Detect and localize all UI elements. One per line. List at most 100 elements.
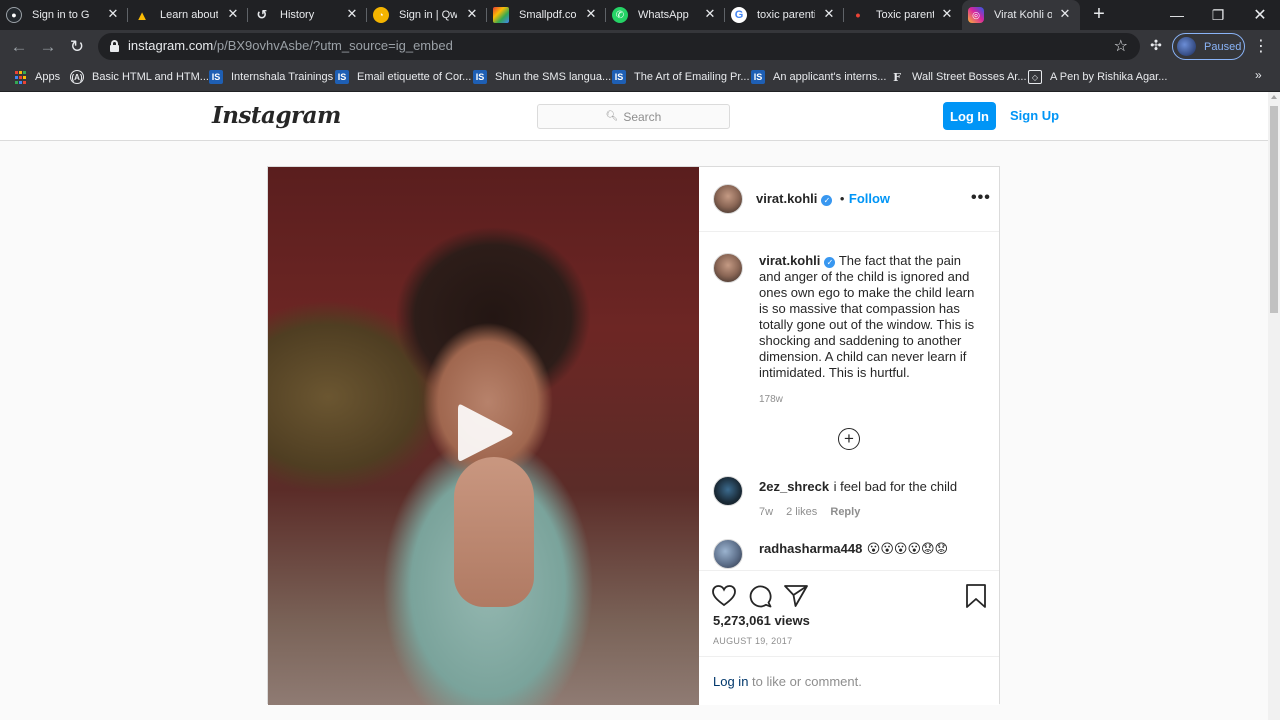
restore-button[interactable]: ❐	[1198, 0, 1238, 30]
close-icon[interactable]: ✕	[465, 7, 479, 21]
tab-whatsapp[interactable]: ✆ WhatsApp ✕	[606, 0, 725, 30]
bookmarks-overflow-icon[interactable]: »	[1255, 68, 1262, 82]
tab-title: Sign in to GitHub	[32, 9, 90, 21]
post-date[interactable]: AUGUST 19, 2017	[713, 636, 792, 646]
sign-up-link[interactable]: Sign Up	[1010, 108, 1059, 123]
bookmark-star-icon[interactable]: ☆	[1114, 36, 1128, 56]
avatar[interactable]	[713, 476, 743, 506]
close-icon[interactable]: ✕	[1058, 7, 1072, 21]
log-in-link[interactable]: Log in	[713, 674, 748, 689]
log-in-button[interactable]: Log In	[943, 102, 996, 130]
login-prompt-text: to like or comment.	[748, 674, 862, 689]
tab-instagram-active[interactable]: ◎ Virat Kohli on Instagram ✕	[962, 0, 1080, 30]
bookmark-sms-language[interactable]: IS Shun the SMS langua...	[473, 68, 611, 86]
tab-qwiklabs[interactable]: ◔ Sign in | Qwiklabs ✕	[367, 0, 487, 30]
avatar[interactable]	[713, 253, 743, 283]
comment-text: 😮😮😮😮😟😟	[866, 541, 949, 556]
caption-timestamp[interactable]: 178w	[759, 394, 783, 405]
comment-text: i feel bad for the child	[833, 479, 958, 494]
qwiklabs-icon: ◔	[373, 7, 389, 23]
tab-learn-html[interactable]: ▲ Learn about HTML ✕	[128, 0, 248, 30]
instagram-header: Instagram 🔍︎ Search Log In Sign Up	[0, 92, 1268, 141]
forward-button[interactable]: →	[37, 36, 59, 58]
tab-github[interactable]: ● Sign in to GitHub ✕	[0, 0, 128, 30]
tab-smallpdf[interactable]: Smallpdf.com ✕	[487, 0, 606, 30]
view-count[interactable]: 5,273,061 views	[713, 613, 810, 628]
bookmark-email-etiquette[interactable]: IS Email etiquette of Cor...	[335, 68, 471, 86]
avatar[interactable]	[713, 539, 743, 569]
load-more-comments-icon[interactable]: +	[838, 428, 860, 450]
reply-button[interactable]: Reply	[830, 506, 860, 518]
verified-badge-icon: ✓	[821, 195, 833, 206]
close-icon[interactable]: ✕	[345, 7, 359, 21]
new-tab-button[interactable]: +	[1088, 4, 1110, 26]
profile-button[interactable]: Paused	[1172, 33, 1245, 60]
close-icon[interactable]: ✕	[822, 7, 836, 21]
bookmark-apps[interactable]: Apps	[13, 68, 60, 86]
minimize-button[interactable]: —	[1157, 0, 1197, 30]
close-icon[interactable]: ✕	[703, 7, 717, 21]
comment-likes[interactable]: 2 likes	[786, 506, 817, 518]
bookmark-applicant-internship[interactable]: IS An applicant's interns...	[751, 68, 886, 86]
google-drive-icon: ▲	[135, 7, 149, 23]
extensions-puzzle-icon[interactable]: ✣	[1147, 37, 1165, 55]
post-video[interactable]	[268, 167, 699, 705]
tab-history[interactable]: ↺ History ✕	[248, 0, 367, 30]
lock-icon	[110, 40, 119, 52]
close-icon[interactable]: ✕	[584, 7, 598, 21]
bookmark-art-of-emailing[interactable]: IS The Art of Emailing Pr...	[612, 68, 750, 86]
share-icon[interactable]	[783, 583, 809, 609]
caption-username[interactable]: virat.kohli	[759, 253, 820, 268]
reload-button[interactable]: ↻	[66, 36, 88, 58]
browser-toolbar: ← → ↻ instagram.com/p/BX9ovhvAsbe/?utm_s…	[0, 30, 1280, 63]
comment-age[interactable]: 7w	[759, 506, 773, 518]
internshala-icon: IS	[335, 70, 349, 84]
bookmark-label: Basic HTML and HTM...	[92, 71, 209, 83]
play-icon[interactable]	[456, 401, 516, 465]
whatsapp-icon: ✆	[612, 7, 628, 23]
bookmark-internshala-trainings[interactable]: IS Internshala Trainings	[209, 68, 333, 86]
more-options-icon[interactable]: •••	[971, 189, 991, 207]
tab-toxic-parenting-search[interactable]: G toxic parenting ✕	[725, 0, 844, 30]
bookmark-icon[interactable]	[963, 583, 989, 609]
close-icon[interactable]: ✕	[940, 7, 954, 21]
video-frame-detail	[454, 457, 534, 607]
github-icon: ●	[6, 7, 22, 23]
search-placeholder: Search	[623, 109, 662, 124]
close-window-button[interactable]: ✕	[1240, 0, 1280, 30]
scrollbar-thumb[interactable]	[1270, 106, 1278, 313]
comment-icon[interactable]	[747, 583, 773, 609]
chrome-menu-icon[interactable]: ⋮	[1253, 36, 1269, 58]
bookmark-codepen[interactable]: ◇ A Pen by Rishika Agar...	[1028, 68, 1167, 86]
freecodecamp-icon: (A)	[70, 70, 84, 84]
avatar[interactable]	[713, 184, 743, 214]
bookmark-basic-html[interactable]: (A) Basic HTML and HTM...	[70, 68, 209, 86]
comment-username[interactable]: 2ez_shreck	[759, 479, 829, 494]
google-icon: G	[731, 7, 747, 23]
follow-button[interactable]: Follow	[849, 191, 890, 206]
bookmark-wall-street[interactable]: F Wall Street Bosses Ar...	[890, 68, 1027, 86]
close-icon[interactable]: ✕	[226, 7, 240, 21]
url-text[interactable]: instagram.com/p/BX9ovhvAsbe/?utm_source=…	[128, 38, 453, 53]
bookmark-label: Shun the SMS langua...	[495, 71, 612, 83]
bookmark-label: Wall Street Bosses Ar...	[912, 71, 1027, 83]
comment-meta: 7w 2 likes Reply	[759, 506, 870, 518]
loading-icon: •	[855, 7, 861, 23]
search-input[interactable]: 🔍︎ Search	[537, 104, 730, 129]
tab-toxic-parenting[interactable]: • Toxic parenting ✕	[844, 0, 962, 30]
codepen-icon: ◇	[1028, 70, 1042, 84]
page-scrollbar[interactable]	[1268, 92, 1280, 720]
heart-icon[interactable]	[711, 583, 737, 609]
instagram-logo[interactable]: Instagram	[212, 102, 341, 129]
post-header: virat.kohli ✓ • Follow •••	[699, 167, 999, 232]
close-icon[interactable]: ✕	[106, 7, 120, 21]
back-button[interactable]: ←	[8, 36, 30, 58]
post-username[interactable]: virat.kohli	[756, 191, 817, 206]
scroll-up-arrow-icon[interactable]	[1271, 95, 1277, 99]
address-bar[interactable]: instagram.com/p/BX9ovhvAsbe/?utm_source=…	[98, 33, 1140, 60]
tab-title: WhatsApp	[638, 9, 689, 21]
tab-title: toxic parenting	[757, 9, 815, 21]
comment-username[interactable]: radhasharma448	[759, 541, 862, 556]
tab-title: Smallpdf.com	[519, 9, 577, 21]
internshala-icon: IS	[209, 70, 223, 84]
